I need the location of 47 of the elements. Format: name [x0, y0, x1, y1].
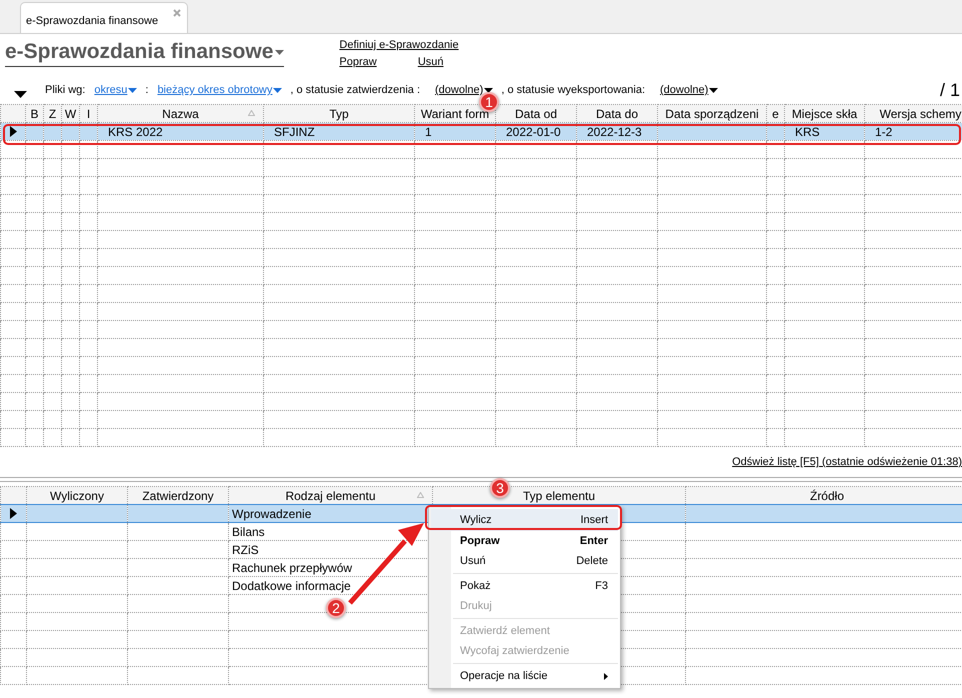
- column-header[interactable]: Data sporządzeni: [658, 104, 766, 122]
- column-header[interactable]: e: [766, 104, 784, 122]
- menu-item[interactable]: Wylicz Insert: [431, 509, 618, 531]
- page-count: / 1: [940, 80, 960, 100]
- filter-dropdown[interactable]: okresu: [94, 84, 138, 96]
- row-pointer-icon: [10, 508, 17, 519]
- caret-icon: [128, 88, 138, 92]
- table-cell: Wprowadzenie: [228, 504, 432, 522]
- filter-label: Pliki wg:: [45, 84, 86, 96]
- column-header[interactable]: Z: [44, 104, 62, 122]
- menu-item[interactable]: Pokaż F3: [431, 576, 618, 596]
- caret-icon: [275, 50, 284, 54]
- submenu-arrow-icon: [604, 672, 608, 680]
- collapse-icon[interactable]: [14, 90, 27, 98]
- page-title[interactable]: e-Sprawozdania finansowe: [5, 38, 284, 67]
- column-header[interactable]: Data od: [496, 104, 576, 122]
- column-header[interactable]: B: [26, 104, 44, 122]
- column-header[interactable]: Nazwa: [98, 104, 264, 122]
- filter-label: , o statusie wyeksportowania:: [501, 84, 646, 96]
- column-header[interactable]: Miejsce skła: [784, 104, 864, 122]
- action-link[interactable]: Popraw: [339, 56, 392, 68]
- column-header[interactable]: Źródło: [686, 486, 962, 504]
- column-header[interactable]: Wyliczony: [26, 486, 128, 504]
- close-icon[interactable]: [173, 9, 181, 17]
- step-badge: 2: [326, 598, 346, 618]
- status-dropdown[interactable]: (dowolne): [660, 84, 718, 96]
- row-pointer-icon: [10, 126, 17, 137]
- column-header[interactable]: Rodzaj elementu: [228, 486, 432, 504]
- caret-icon: [273, 88, 282, 92]
- row-indicator[interactable]: [0, 504, 26, 522]
- menu-item[interactable]: Usuń Delete: [431, 551, 618, 571]
- column-header[interactable]: I: [80, 104, 98, 122]
- document-tab[interactable]: e-Sprawozdania finansowe: [20, 2, 188, 33]
- column-header[interactable]: Zatwierdzony: [128, 486, 228, 504]
- action-link[interactable]: Definiuj e-Sprawozdanie: [339, 39, 459, 51]
- filter-dropdown[interactable]: bieżący okres obrotowy: [157, 84, 282, 96]
- column-header[interactable]: Data do: [576, 104, 658, 122]
- step-badge: 3: [490, 478, 510, 498]
- menu-item[interactable]: Popraw Enter: [431, 531, 618, 551]
- filter-label: :: [145, 84, 148, 96]
- refresh-link[interactable]: Odśwież listę [F5] (ostatnie odświeżenie 01:38): [732, 456, 962, 468]
- column-header[interactable]: W: [62, 104, 80, 122]
- filter-label: , o statusie zatwierdzenia :: [290, 84, 420, 96]
- caret-icon: [709, 88, 718, 92]
- column-header[interactable]: Typ: [264, 104, 414, 122]
- action-link[interactable]: Usuń: [418, 56, 459, 68]
- column-header[interactable]: Wersja schemy: [864, 104, 962, 122]
